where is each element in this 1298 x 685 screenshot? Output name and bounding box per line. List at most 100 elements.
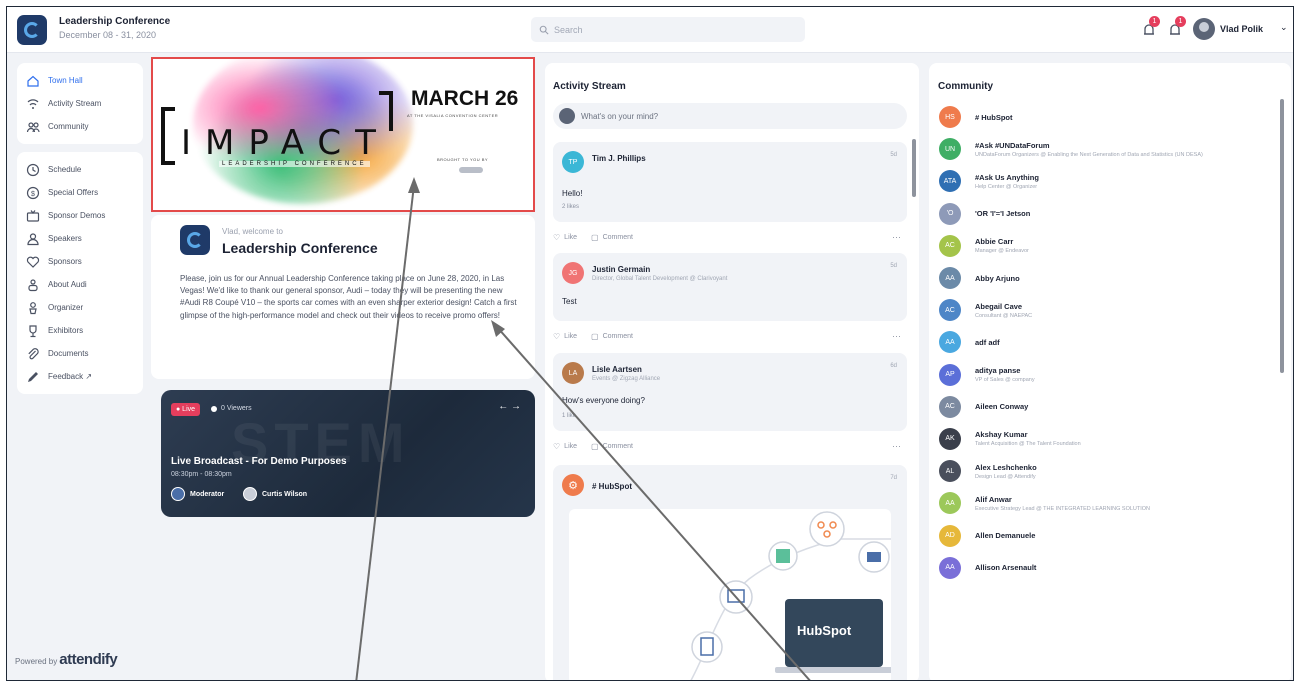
more-icon[interactable]: ··· (892, 232, 901, 242)
avatar[interactable]: AP (939, 363, 961, 386)
event-banner[interactable]: IMPACT LEADERSHIP CONFERENCE MARCH 26 AT… (151, 57, 535, 212)
sidebar-item-feedback[interactable]: Feedback ↗ (17, 365, 143, 388)
community-member[interactable]: AK Akshay Kumar Talent Acquisition @ The T… (939, 423, 1274, 455)
sidebar-item-activity-stream[interactable]: Activity Stream (17, 92, 143, 115)
sidebar-item-sponsor-demos[interactable]: Sponsor Demos (17, 204, 143, 227)
composer-input[interactable] (581, 111, 881, 121)
avatar[interactable]: AA (939, 556, 961, 579)
hubspot-icon[interactable]: ⚙ (562, 474, 584, 496)
community-member[interactable]: AA Abby Arjuno (939, 262, 1274, 294)
member-name[interactable]: #Ask Us Anything (975, 173, 1270, 182)
avatar[interactable]: AK (939, 427, 961, 450)
user-avatar[interactable] (1193, 18, 1215, 40)
post-author[interactable]: Justin Germain (592, 265, 650, 274)
community-member[interactable]: ATA #Ask Us Anything Help Center @ Organiz… (939, 165, 1274, 197)
avatar[interactable]: AD (939, 524, 961, 547)
sidebar-item-community[interactable]: Community (17, 115, 143, 138)
feed-scrollbar[interactable] (912, 139, 916, 197)
community-member[interactable]: UN #Ask #UNDataForum UNDataForum Organizer… (939, 133, 1274, 165)
live-broadcast-card[interactable]: STEM ● Live 0 Viewers ← → Live Broadcast… (161, 390, 535, 517)
user-name[interactable]: Vlad Polik (1220, 24, 1263, 34)
community-member[interactable]: AL Alex Leshchenko Design Lead @ Attendify (939, 455, 1274, 487)
member-info: adf adf (975, 338, 1270, 347)
post-likes[interactable]: 2 likes (562, 204, 579, 210)
community-member[interactable]: AC Abbie Carr Manager @ Endeavor (939, 230, 1274, 262)
community-member[interactable]: AA Alif Anwar Executive Strategy Lead @ TH… (939, 487, 1274, 519)
member-name[interactable]: Alif Anwar (975, 495, 1270, 504)
avatar[interactable]: UN (939, 138, 961, 161)
community-member[interactable]: AC Abegail Cave Consultant @ NAEPAC (939, 294, 1274, 326)
community-member[interactable]: 'O 'OR 'I'='I Jetson (939, 198, 1274, 230)
avatar[interactable]: AA (939, 492, 961, 515)
member-title: Executive Strategy Lead @ THE INTEGRATED… (975, 505, 1151, 512)
member-name[interactable]: # HubSpot (975, 113, 1270, 122)
sidebar-item-about-audi[interactable]: About Audi (17, 273, 143, 296)
like-button[interactable]: ♡ Like (553, 442, 577, 451)
avatar[interactable]: JG (562, 262, 584, 284)
like-button[interactable]: ♡ Like (553, 233, 577, 242)
more-icon[interactable]: ··· (892, 331, 901, 341)
post-author[interactable]: # HubSpot (592, 482, 632, 491)
sidebar-item-exhibitors[interactable]: Exhibitors (17, 319, 143, 342)
community-member[interactable]: AD Allen Demanuele (939, 519, 1274, 551)
trophy-icon (29, 324, 37, 337)
avatar[interactable]: AL (939, 460, 961, 483)
member-name[interactable]: aditya panse (975, 366, 1270, 375)
sidebar-item-town-hall[interactable]: Town Hall (17, 69, 143, 92)
community-member[interactable]: AA adf adf (939, 326, 1274, 358)
avatar[interactable]: AA (939, 267, 961, 290)
sidebar-item-special-offers[interactable]: $ Special Offers (17, 181, 143, 204)
sidebar-item-documents[interactable]: Documents (17, 342, 143, 365)
member-name[interactable]: Abegail Cave (975, 302, 1270, 311)
member-name[interactable]: Alex Leshchenko (975, 463, 1270, 472)
sidebar-item-schedule[interactable]: Schedule (17, 158, 143, 181)
search-box[interactable] (531, 17, 805, 42)
host-moderator[interactable]: Moderator (171, 487, 224, 501)
event-logo[interactable] (17, 15, 47, 45)
alerts-button[interactable]: 1 (1164, 16, 1186, 41)
post-author[interactable]: Tim J. Phillips (592, 154, 646, 163)
comment-button[interactable]: ▢ Comment (591, 233, 633, 242)
avatar[interactable]: AC (939, 395, 961, 418)
community-member[interactable]: AA Allison Arsenault (939, 552, 1274, 584)
host-speaker[interactable]: Curtis Wilson (243, 487, 307, 501)
post-likes[interactable]: 1 like (562, 413, 576, 419)
member-name[interactable]: Allen Demanuele (975, 531, 1270, 540)
avatar[interactable]: ATA (939, 170, 961, 193)
avatar[interactable]: 'O (939, 202, 961, 225)
avatar[interactable]: TP (562, 151, 584, 173)
carousel-arrows[interactable]: ← → (498, 401, 521, 412)
sidebar-item-sponsors[interactable]: Sponsors (17, 250, 143, 273)
avatar[interactable]: AC (939, 299, 961, 322)
member-name[interactable]: #Ask #UNDataForum (975, 141, 1270, 150)
event-name[interactable]: Leadership Conference (59, 16, 170, 27)
member-name[interactable]: adf adf (975, 338, 1270, 347)
sidebar-item-organizer[interactable]: Organizer (17, 296, 143, 319)
avatar[interactable]: LA (562, 362, 584, 384)
avatar[interactable]: AC (939, 234, 961, 257)
avatar[interactable]: AA (939, 331, 961, 354)
comment-button[interactable]: ▢ Comment (591, 332, 633, 341)
member-name[interactable]: Abbie Carr (975, 237, 1270, 246)
post-composer[interactable] (553, 103, 907, 129)
member-name[interactable]: Akshay Kumar (975, 430, 1270, 439)
attendify-logo[interactable]: attendify (59, 651, 118, 668)
member-name[interactable]: Allison Arsenault (975, 563, 1270, 572)
community-member[interactable]: HS # HubSpot (939, 101, 1274, 133)
community-member[interactable]: AC Aileen Conway (939, 391, 1274, 423)
sidebar-item-speakers[interactable]: Speakers (17, 227, 143, 250)
community-scrollbar[interactable] (1280, 99, 1284, 373)
member-name[interactable]: Abby Arjuno (975, 274, 1270, 283)
member-name[interactable]: Aileen Conway (975, 402, 1270, 411)
chevron-down-icon[interactable]: ⌄ (1280, 22, 1288, 33)
avatar[interactable]: HS (939, 106, 961, 129)
more-icon[interactable]: ··· (892, 441, 901, 451)
member-name[interactable]: 'OR 'I'='I Jetson (975, 209, 1270, 218)
like-button[interactable]: ♡ Like (553, 332, 577, 341)
community-member[interactable]: AP aditya panse VP of Sales @ company (939, 359, 1274, 391)
post-author[interactable]: Lisle Aartsen (592, 365, 642, 374)
hubspot-illustration[interactable]: HubSpot (569, 509, 893, 680)
search-input[interactable] (554, 24, 754, 35)
comment-button[interactable]: ▢ Comment (591, 442, 633, 451)
notifications-button[interactable]: 1 (1138, 16, 1160, 41)
